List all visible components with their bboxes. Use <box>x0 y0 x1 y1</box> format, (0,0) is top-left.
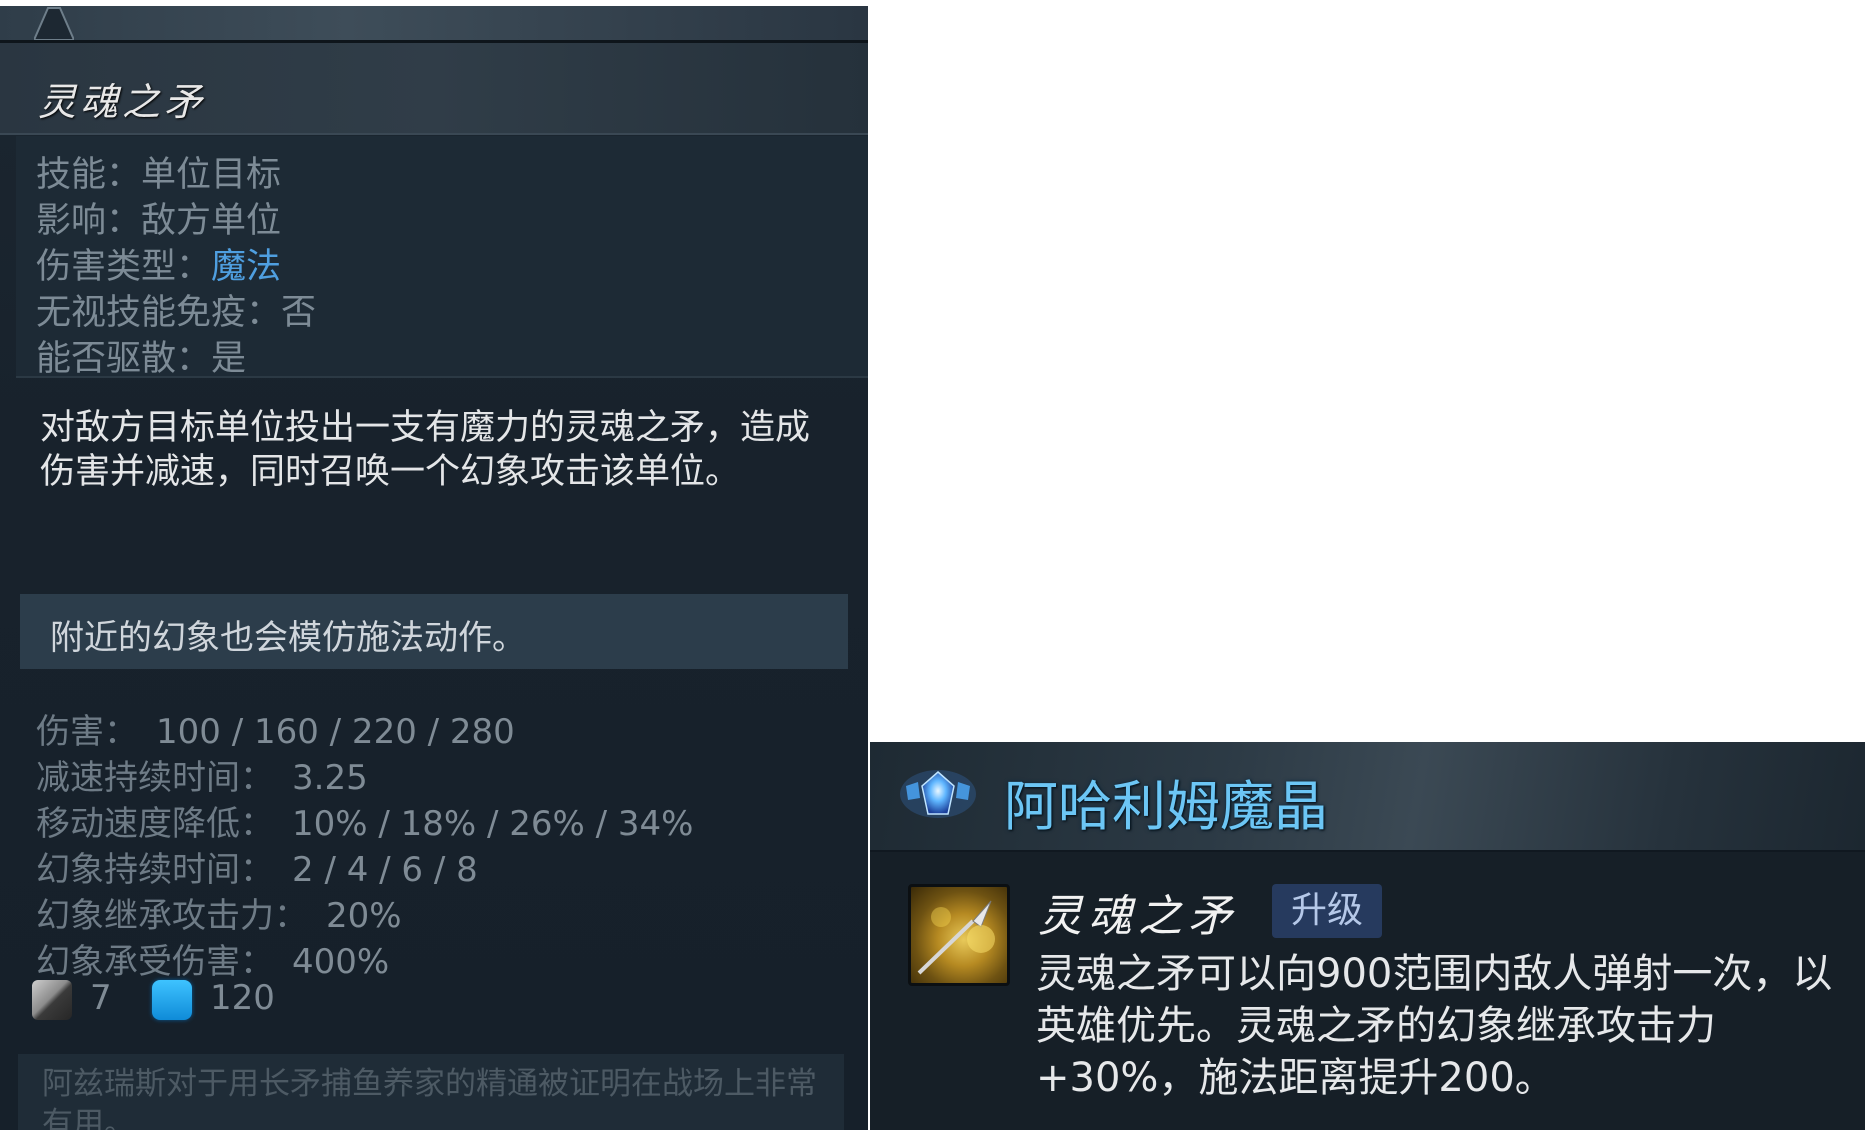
stat-label: 幻象承受伤害： <box>36 942 274 982</box>
aghanim-shard-gem-icon <box>900 770 976 818</box>
info-affects: 影响：敌方单位 <box>36 192 281 243</box>
cooldown-value: 7 <box>90 978 112 1018</box>
info-ability-type-value: 单位目标 <box>141 155 282 195</box>
info-affects-label: 影响： <box>36 201 142 241</box>
stat-value: 400% <box>292 942 390 982</box>
ability-info-block: 技能：单位目标 影响：敌方单位 伤害类型：魔法 无视技能免疫：否 能否驱散：是 <box>16 136 868 381</box>
stat-movement-slow: 移动速度降低： 10% / 18% / 26% / 34% <box>36 796 694 845</box>
cooldown-icon <box>32 980 72 1020</box>
stat-label: 幻象持续时间： <box>36 850 274 890</box>
tooltip-pointer-icon <box>34 7 74 40</box>
aghanim-title: 阿哈利姆魔晶 <box>1004 775 1328 838</box>
info-pierce-immunity-label: 无视技能免疫： <box>36 293 282 333</box>
mana-icon <box>152 980 192 1020</box>
ability-note-box: 附近的幻象也会模仿施法动作。 <box>20 594 848 669</box>
info-ability-type-label: 技能： <box>36 155 142 195</box>
tooltip-top-strip <box>0 6 868 43</box>
info-affects-value: 敌方单位 <box>141 201 282 241</box>
stat-slow-duration: 减速持续时间： 3.25 <box>36 750 368 799</box>
stat-value: 10% / 18% / 26% / 34% <box>292 804 694 844</box>
lore-text: 阿兹瑞斯对于用长矛捕鱼养家的精通被证明在战场上非常有用。 <box>42 1066 817 1130</box>
upgrade-skill-name: 灵魂之矛 <box>1038 891 1238 942</box>
info-damage-type-label: 伤害类型： <box>36 247 212 287</box>
ability-tooltip: 灵魂之矛 技能：单位目标 影响：敌方单位 伤害类型：魔法 无视技能免疫：否 能否… <box>0 6 868 1130</box>
ability-description: 对敌方目标单位投出一支有魔力的灵魂之矛，造成伤害并减速，同时召唤一个幻象攻击该单… <box>40 408 811 492</box>
info-dispellable-value: 是 <box>211 339 247 379</box>
info-pierce-immunity: 无视技能免疫：否 <box>36 284 316 335</box>
upgrade-badge: 升级 <box>1272 884 1382 938</box>
stat-damage: 伤害： 100 / 160 / 220 / 280 <box>36 704 515 753</box>
mana-cost-value: 120 <box>210 978 275 1018</box>
info-dispellable-label: 能否驱散： <box>36 339 212 379</box>
aghanim-header: 阿哈利姆魔晶 <box>870 742 1865 852</box>
stat-label: 幻象继承攻击力： <box>36 896 308 936</box>
aghanim-shard-panel: 阿哈利姆魔晶 灵魂之矛 升级 灵魂之矛可以向900范围内敌人弹射一次，以英雄优先… <box>870 742 1865 1130</box>
stat-value: 3.25 <box>292 758 368 798</box>
info-damage-type: 伤害类型：魔法 <box>36 238 281 289</box>
stat-label: 伤害： <box>36 712 138 752</box>
stat-value: 2 / 4 / 6 / 8 <box>292 850 478 890</box>
stat-label: 减速持续时间： <box>36 758 274 798</box>
stat-value: 20% <box>326 896 402 936</box>
upgrade-description: 灵魂之矛可以向900范围内敌人弹射一次，以英雄优先。灵魂之矛的幻象继承攻击力+3… <box>1036 951 1833 1101</box>
stat-illusion-damage-in: 幻象承受伤害： 400% <box>36 934 389 983</box>
stat-illusion-damage-out: 幻象继承攻击力： 20% <box>36 888 402 937</box>
tooltip-header: 灵魂之矛 <box>0 43 868 135</box>
info-pierce-immunity-value: 否 <box>281 293 317 333</box>
stat-value: 100 / 160 / 220 / 280 <box>156 712 515 752</box>
lore-box: 阿兹瑞斯对于用长矛捕鱼养家的精通被证明在战场上非常有用。 <box>18 1054 844 1130</box>
info-ability-type: 技能：单位目标 <box>36 146 281 197</box>
info-damage-type-value: 魔法 <box>211 247 282 287</box>
stat-label: 移动速度降低： <box>36 804 274 844</box>
ability-title: 灵魂之矛 <box>38 80 207 124</box>
info-dispellable: 能否驱散：是 <box>36 330 246 381</box>
spirit-lance-icon <box>908 884 1010 986</box>
ability-note: 附近的幻象也会模仿施法动作。 <box>50 618 526 658</box>
stat-illusion-duration: 幻象持续时间： 2 / 4 / 6 / 8 <box>36 842 478 891</box>
